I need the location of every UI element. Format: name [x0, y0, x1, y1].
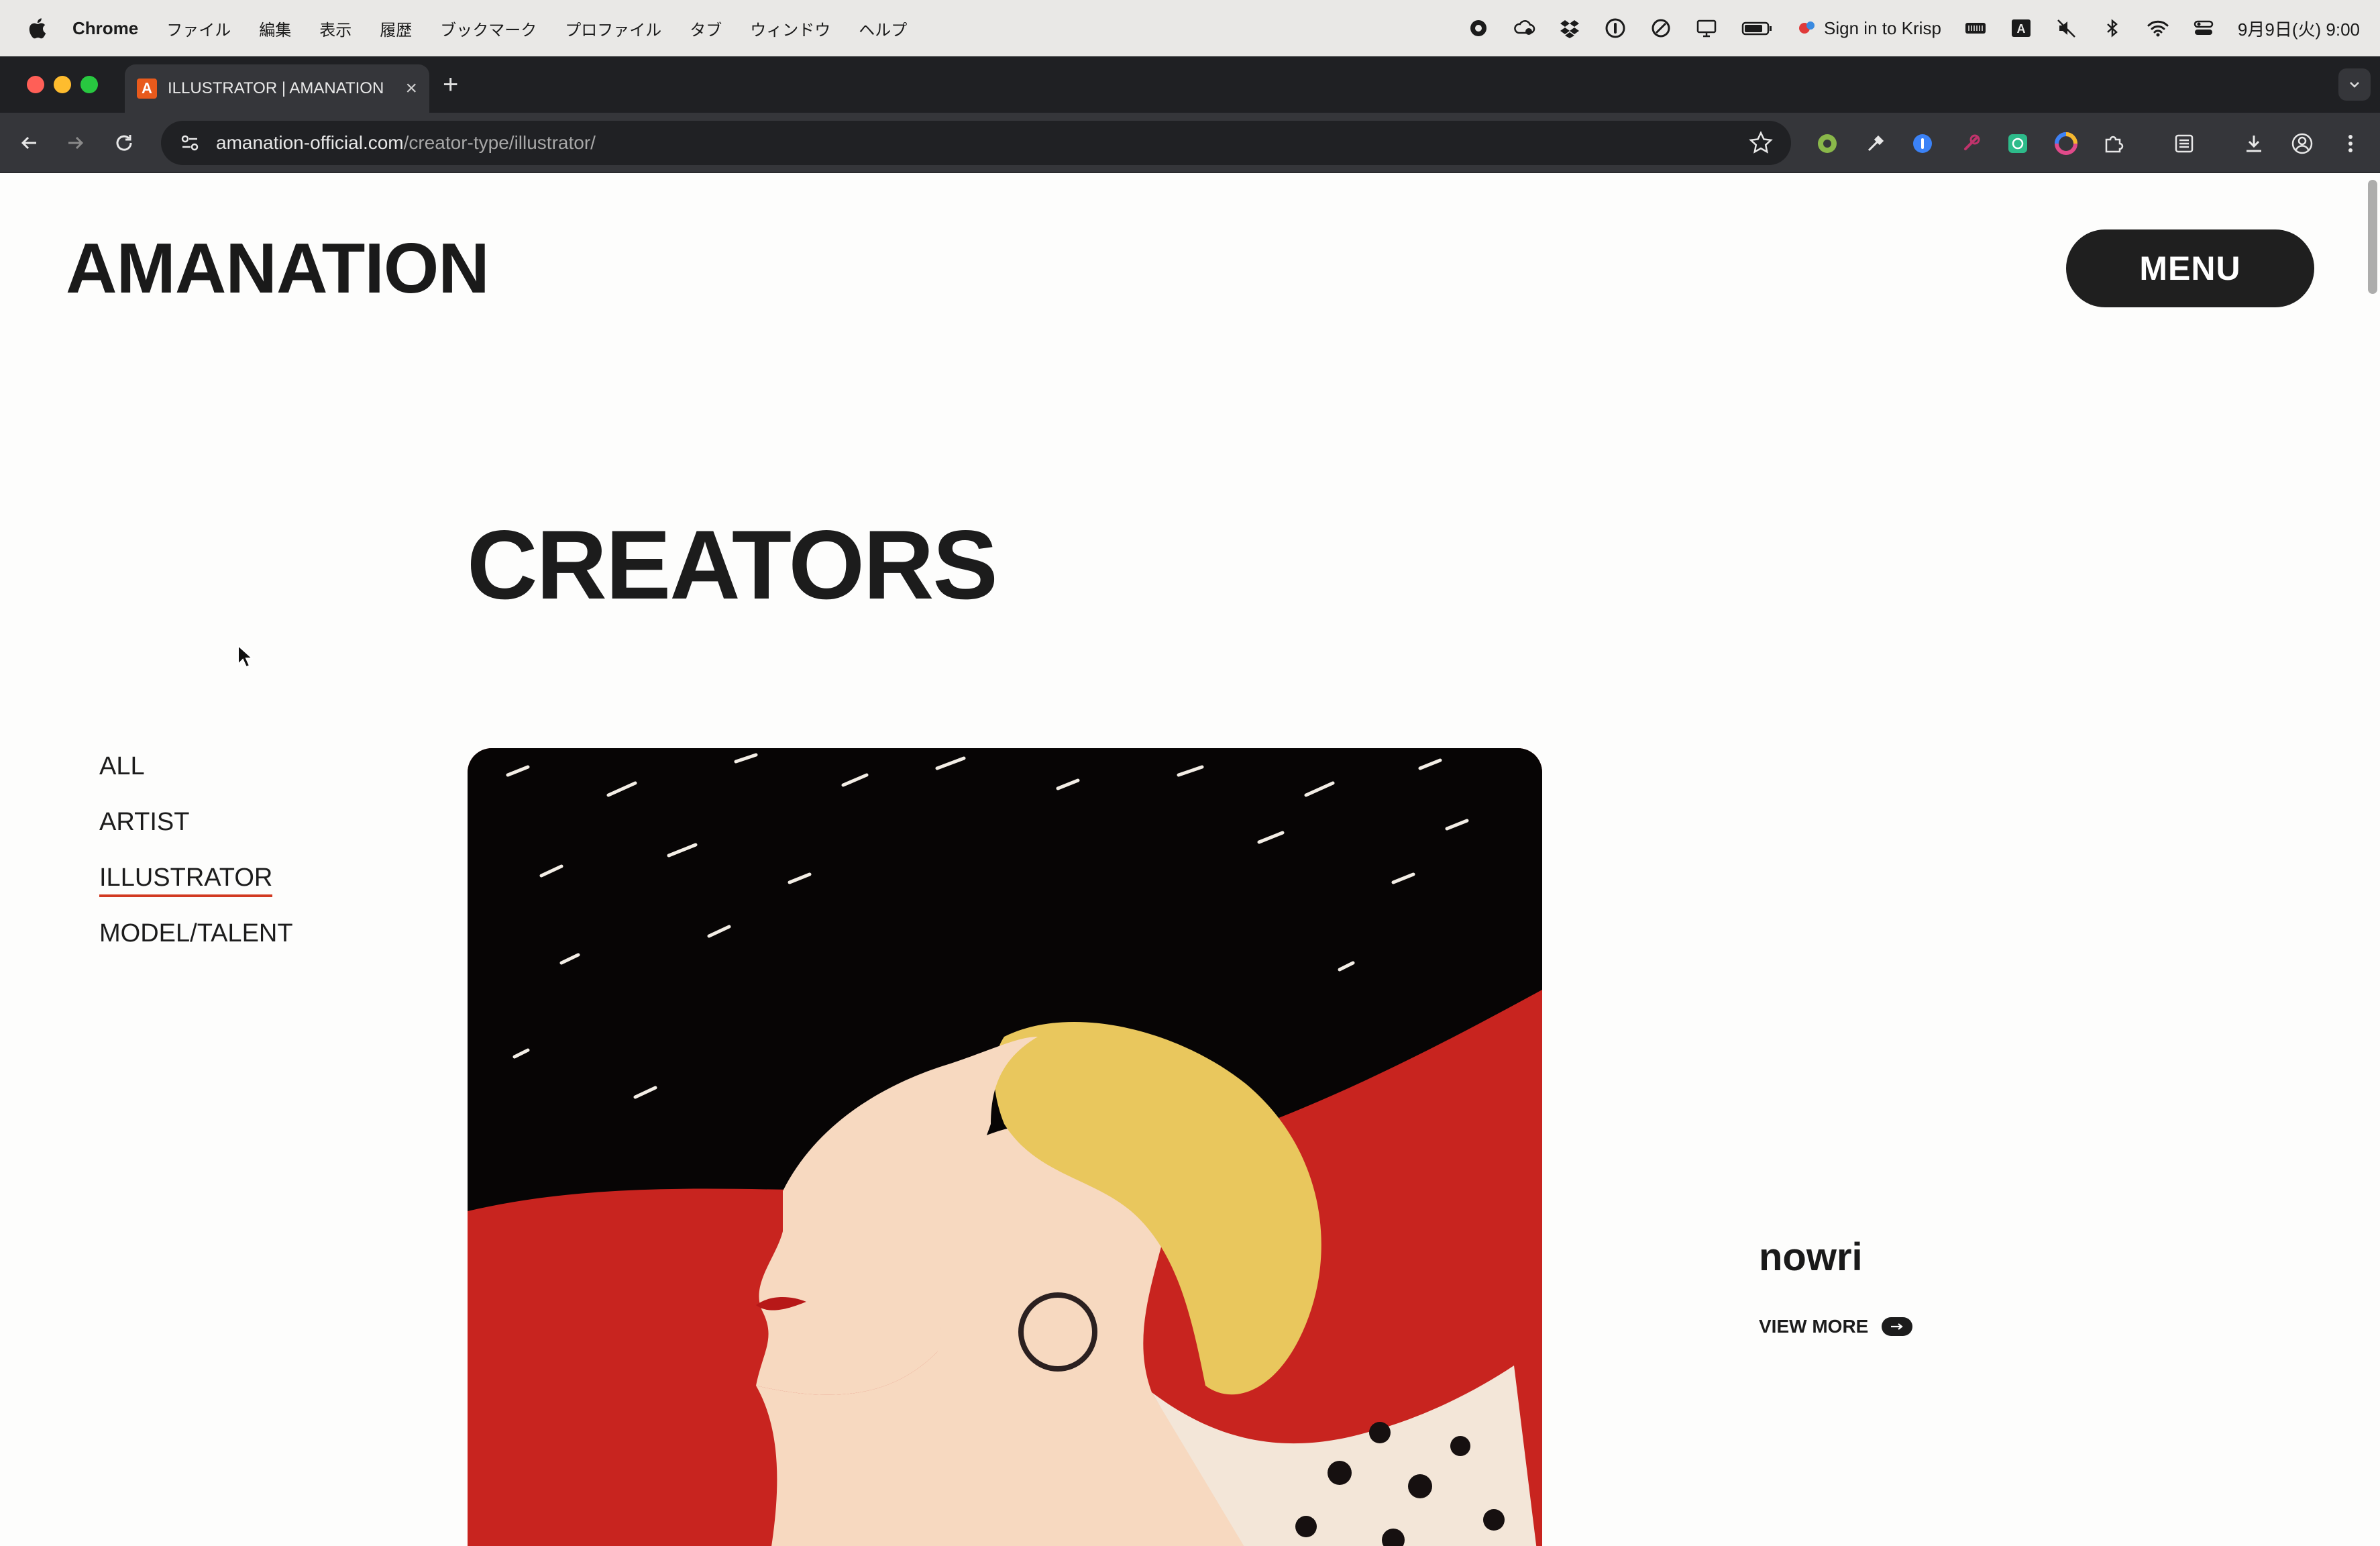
input-source-icon[interactable]: A — [2010, 17, 2033, 40]
menu-file[interactable]: ファイル — [166, 17, 231, 40]
url-text: amanation-official.com/creator-type/illu… — [216, 132, 596, 154]
color-wheel-icon[interactable] — [2053, 130, 2079, 157]
krisp-status[interactable]: Sign in to Krisp — [1796, 17, 1941, 40]
new-tab-icon[interactable]: + — [443, 71, 458, 98]
filter-artist[interactable]: ARTIST — [99, 806, 293, 862]
minimize-window-button[interactable] — [54, 76, 71, 93]
profile-icon[interactable] — [2289, 130, 2316, 157]
display-icon[interactable] — [1695, 17, 1718, 40]
dropbox-icon[interactable] — [1558, 17, 1581, 40]
page-scrollbar[interactable] — [2368, 180, 2377, 294]
back-button[interactable] — [13, 127, 44, 158]
circle-icon[interactable] — [1649, 17, 1672, 40]
krisp-icon — [1796, 17, 1819, 40]
battery-icon[interactable] — [1741, 17, 1773, 40]
tab-close-icon[interactable]: × — [405, 77, 417, 100]
tab-strip: A ILLUSTRATOR | AMANATION × + — [0, 56, 2380, 113]
site-logo[interactable]: AMANATION — [66, 228, 490, 309]
control-center-icon[interactable] — [2192, 17, 2215, 40]
more-menu-icon[interactable] — [2337, 130, 2364, 157]
download-icon[interactable] — [2240, 130, 2267, 157]
tab-search-button[interactable] — [2338, 68, 2371, 101]
menu-button[interactable]: MENU — [2066, 229, 2314, 307]
chevron-down-icon — [2350, 82, 2359, 88]
wifi-icon[interactable] — [2147, 17, 2169, 40]
reading-list-icon[interactable] — [2171, 130, 2198, 157]
url-domain: amanation-official.com — [216, 132, 404, 153]
browser-toolbar: amanation-official.com/creator-type/illu… — [0, 113, 2380, 173]
view-more-label: VIEW MORE — [1759, 1316, 1869, 1337]
menubar-datetime[interactable]: 9月9日(火) 9:00 — [2238, 16, 2360, 41]
status-area: Sign in to Krisp A 9月9日(火) 9:00 — [1467, 0, 2360, 56]
mute-icon[interactable] — [2055, 17, 2078, 40]
apple-icon[interactable] — [25, 15, 48, 42]
menu-view[interactable]: 表示 — [319, 17, 351, 40]
reload-button[interactable] — [109, 127, 140, 158]
creator-artwork-image[interactable] — [468, 748, 1542, 1546]
address-bar[interactable]: amanation-official.com/creator-type/illu… — [161, 121, 1791, 165]
eyedropper-icon[interactable] — [1862, 130, 1889, 157]
app-name-menu[interactable]: Chrome — [72, 18, 138, 39]
site-settings-icon[interactable] — [174, 127, 205, 158]
svg-text:A: A — [2016, 22, 2025, 36]
menu-edit[interactable]: 編集 — [259, 17, 291, 40]
menu-window[interactable]: ウィンドウ — [750, 17, 830, 40]
filter-all[interactable]: ALL — [99, 750, 293, 806]
creator-type-filter: ALL ARTIST ILLUSTRATOR MODEL/TALENT — [99, 750, 293, 973]
url-path: /creator-type/illustrator/ — [403, 132, 596, 153]
favicon-icon: A — [137, 79, 157, 99]
menu-bookmarks[interactable]: ブックマーク — [440, 17, 537, 40]
forward-button[interactable] — [60, 127, 91, 158]
filter-model-talent[interactable]: MODEL/TALENT — [99, 917, 293, 973]
creator-name[interactable]: nowri — [1759, 1235, 1863, 1280]
tab-title: ILLUSTRATOR | AMANATION — [168, 79, 384, 97]
page-viewport: AMANATION MENU CREATORS ALL ARTIST ILLUS… — [0, 173, 2380, 1546]
cloud-icon[interactable] — [1513, 17, 1535, 40]
green-extension-icon[interactable] — [2004, 130, 2031, 157]
bluetooth-icon[interactable] — [2101, 17, 2124, 40]
tab-active[interactable]: A ILLUSTRATOR | AMANATION × — [125, 64, 429, 113]
bookmark-star-icon[interactable] — [1747, 129, 1775, 157]
filter-illustrator[interactable]: ILLUSTRATOR — [99, 862, 293, 917]
macos-menubar: Chrome ファイル 編集 表示 履歴 ブックマーク プロファイル タブ ウィ… — [0, 0, 2380, 56]
view-more-link[interactable]: VIEW MORE — [1759, 1316, 1913, 1337]
zoom-window-button[interactable] — [80, 76, 98, 93]
menu-tab[interactable]: タブ — [690, 17, 722, 40]
onepassword-icon[interactable] — [1604, 17, 1627, 40]
keyboard-icon[interactable] — [1964, 17, 1987, 40]
onepassword-extension-icon[interactable] — [1909, 130, 1936, 157]
record-icon[interactable] — [1467, 17, 1490, 40]
page-title: CREATORS — [467, 510, 998, 619]
arrow-right-icon — [1882, 1317, 1913, 1336]
krisp-label: Sign in to Krisp — [1824, 17, 1941, 38]
extensions-puzzle-icon[interactable] — [2100, 130, 2126, 157]
menu-profiles[interactable]: プロファイル — [565, 17, 661, 40]
mouse-cursor-icon — [237, 644, 253, 668]
menu-history[interactable]: 履歴 — [380, 17, 412, 40]
close-window-button[interactable] — [27, 76, 44, 93]
link-extension-icon[interactable] — [1957, 130, 1984, 157]
menu-help[interactable]: ヘルプ — [859, 17, 907, 40]
extension-1-icon[interactable] — [1814, 130, 1841, 157]
